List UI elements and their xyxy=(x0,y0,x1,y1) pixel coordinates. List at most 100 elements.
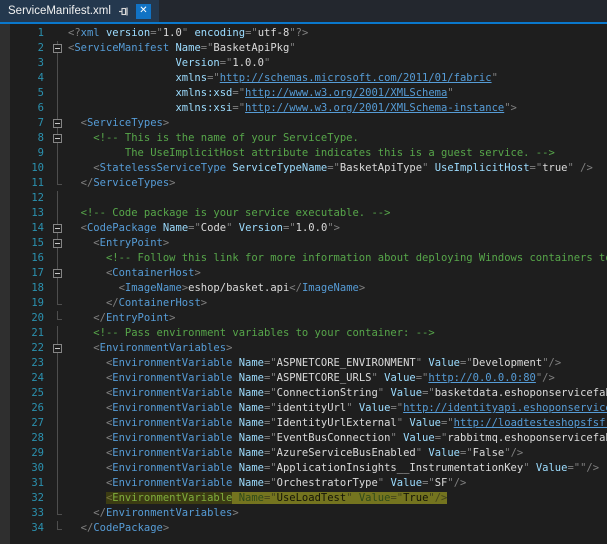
code-line[interactable]: 17 <ContainerHost> xyxy=(0,266,607,281)
line-number: 18 xyxy=(10,281,50,296)
line-number: 2 xyxy=(10,41,50,56)
line-number: 8 xyxy=(10,131,50,146)
code-line[interactable]: 25 <EnvironmentVariable Name="Connection… xyxy=(0,386,607,401)
fold-guide xyxy=(50,206,66,221)
code-text: <EnvironmentVariable Name="ASPNETCORE_UR… xyxy=(66,371,607,386)
code-line[interactable]: 16 <!-- Follow this link for more inform… xyxy=(0,251,607,266)
code-text: The UseImplicitHost attribute indicates … xyxy=(66,146,607,161)
glyph-margin xyxy=(0,251,10,266)
code-line[interactable]: 10 <StatelessServiceType ServiceTypeName… xyxy=(0,161,607,176)
code-line[interactable]: 24 <EnvironmentVariable Name="ASPNETCORE… xyxy=(0,371,607,386)
code-text: <CodePackage Name="Code" Version="1.0.0"… xyxy=(66,221,607,236)
glyph-margin xyxy=(0,461,10,476)
glyph-margin xyxy=(0,131,10,146)
fold-toggle-icon[interactable] xyxy=(50,131,66,146)
code-text: <StatelessServiceType ServiceTypeName="B… xyxy=(66,161,607,176)
code-line[interactable]: 15 <EntryPoint> xyxy=(0,236,607,251)
fold-guide xyxy=(50,476,66,491)
code-line[interactable]: 4 xmlns="http://schemas.microsoft.com/20… xyxy=(0,71,607,86)
glyph-margin xyxy=(0,176,10,191)
fold-toggle-icon[interactable] xyxy=(50,236,66,251)
code-line[interactable]: 32 <EnvironmentVariable Name="UseLoadTes… xyxy=(0,491,607,506)
line-number: 5 xyxy=(10,86,50,101)
code-line[interactable]: 11 </ServiceTypes> xyxy=(0,176,607,191)
code-line[interactable]: 26 <EnvironmentVariable Name="identityUr… xyxy=(0,401,607,416)
code-text: <EnvironmentVariables> xyxy=(66,341,607,356)
code-line[interactable]: 12 xyxy=(0,191,607,206)
fold-guide xyxy=(50,251,66,266)
code-line[interactable]: 19 </ContainerHost> xyxy=(0,296,607,311)
code-line[interactable]: 13 <!-- Code package is your service exe… xyxy=(0,206,607,221)
glyph-margin xyxy=(0,101,10,116)
line-number: 19 xyxy=(10,296,50,311)
glyph-margin xyxy=(0,521,10,536)
glyph-margin xyxy=(0,206,10,221)
fold-toggle-icon[interactable] xyxy=(50,341,66,356)
code-line[interactable]: 30 <EnvironmentVariable Name="Applicatio… xyxy=(0,461,607,476)
code-text: Version="1.0.0" xyxy=(66,56,607,71)
code-line[interactable]: 2<ServiceManifest Name="BasketApiPkg" xyxy=(0,41,607,56)
fold-guide xyxy=(50,311,66,326)
line-number: 11 xyxy=(10,176,50,191)
glyph-margin xyxy=(0,116,10,131)
line-number: 15 xyxy=(10,236,50,251)
fold-guide xyxy=(50,191,66,206)
code-editor[interactable]: 1<?xml version="1.0" encoding="utf-8"?>2… xyxy=(0,24,607,544)
code-line[interactable]: 22 <EnvironmentVariables> xyxy=(0,341,607,356)
code-text: <EnvironmentVariable Name="OrchestratorT… xyxy=(66,476,607,491)
fold-guide xyxy=(50,101,66,116)
code-line[interactable]: 31 <EnvironmentVariable Name="Orchestrat… xyxy=(0,476,607,491)
code-line[interactable]: 28 <EnvironmentVariable Name="EventBusCo… xyxy=(0,431,607,446)
code-line[interactable]: 7 <ServiceTypes> xyxy=(0,116,607,131)
glyph-margin xyxy=(0,506,10,521)
code-line[interactable]: 5 xmlns:xsd="http://www.w3.org/2001/XMLS… xyxy=(0,86,607,101)
code-line[interactable]: 14 <CodePackage Name="Code" Version="1.0… xyxy=(0,221,607,236)
code-text: <EnvironmentVariable Name="AzureServiceB… xyxy=(66,446,607,461)
code-line[interactable]: 33 </EnvironmentVariables> xyxy=(0,506,607,521)
code-text: </EnvironmentVariables> xyxy=(66,506,607,521)
fold-toggle-icon[interactable] xyxy=(50,266,66,281)
line-number: 6 xyxy=(10,101,50,116)
code-line[interactable]: 23 <EnvironmentVariable Name="ASPNETCORE… xyxy=(0,356,607,371)
code-line[interactable]: 9 The UseImplicitHost attribute indicate… xyxy=(0,146,607,161)
line-number: 21 xyxy=(10,326,50,341)
line-number: 1 xyxy=(10,26,50,41)
code-line[interactable]: 27 <EnvironmentVariable Name="IdentityUr… xyxy=(0,416,607,431)
code-text: <ImageName>eshop/basket.api</ImageName> xyxy=(66,281,607,296)
glyph-margin xyxy=(0,221,10,236)
code-text: </EntryPoint> xyxy=(66,311,607,326)
code-line[interactable]: 21 <!-- Pass environment variables to yo… xyxy=(0,326,607,341)
pin-icon[interactable] xyxy=(118,6,129,17)
code-line[interactable]: 6 xmlns:xsi="http://www.w3.org/2001/XMLS… xyxy=(0,101,607,116)
code-line[interactable]: 18 <ImageName>eshop/basket.api</ImageNam… xyxy=(0,281,607,296)
code-text: <ContainerHost> xyxy=(66,266,607,281)
glyph-margin xyxy=(0,371,10,386)
line-number: 14 xyxy=(10,221,50,236)
code-line[interactable]: 3 Version="1.0.0" xyxy=(0,56,607,71)
code-line[interactable]: 1 <?xml version="1.0" encoding="utf-8"?> xyxy=(0,26,607,41)
glyph-margin xyxy=(0,311,10,326)
tab-servicemanifest[interactable]: ServiceManifest.xml ✕ xyxy=(0,0,159,22)
code-text: <!-- Pass environment variables to your … xyxy=(66,326,607,341)
fold-toggle-icon[interactable] xyxy=(50,41,66,56)
line-number: 20 xyxy=(10,311,50,326)
glyph-margin xyxy=(0,236,10,251)
code-line[interactable]: 20 </EntryPoint> xyxy=(0,311,607,326)
glyph-margin xyxy=(0,71,10,86)
line-number: 32 xyxy=(10,491,50,506)
code-text: <?xml version="1.0" encoding="utf-8"?> xyxy=(66,26,607,41)
fold-toggle-icon[interactable] xyxy=(50,116,66,131)
code-line[interactable]: 34 </CodePackage> xyxy=(0,521,607,536)
line-number: 22 xyxy=(10,341,50,356)
line-number: 27 xyxy=(10,416,50,431)
glyph-margin xyxy=(0,191,10,206)
code-line[interactable]: 8 <!-- This is the name of your ServiceT… xyxy=(0,131,607,146)
code-line[interactable]: 29 <EnvironmentVariable Name="AzureServi… xyxy=(0,446,607,461)
fold-toggle-icon[interactable] xyxy=(50,221,66,236)
line-number: 12 xyxy=(10,191,50,206)
glyph-margin xyxy=(0,446,10,461)
fold-guide xyxy=(50,431,66,446)
close-icon[interactable]: ✕ xyxy=(136,4,151,19)
code-text: <!-- Code package is your service execut… xyxy=(66,206,607,221)
fold-guide xyxy=(50,521,66,536)
